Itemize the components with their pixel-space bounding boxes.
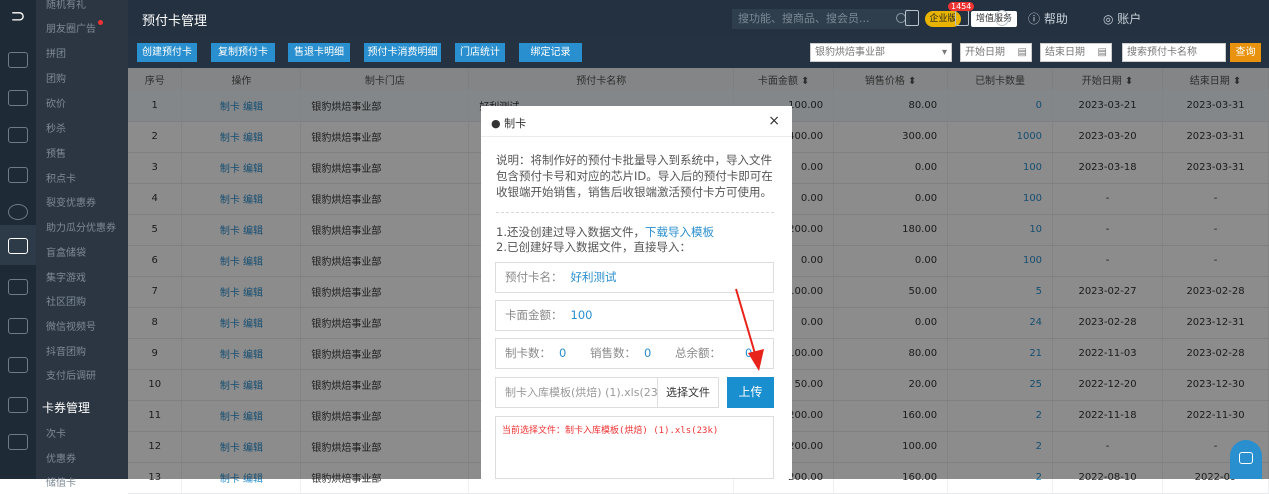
- search-placeholder: 搜功能、搜商品、搜会员...: [738, 12, 870, 25]
- document-icon[interactable]: [905, 10, 919, 26]
- selected-file-log: 当前选择文件：制卡入库模板(烘焙) (1).xls(23k): [495, 416, 774, 479]
- message-count-badge: 1454: [948, 2, 975, 11]
- message-icon[interactable]: [955, 10, 969, 26]
- bind-record-button[interactable]: 绑定记录: [519, 43, 582, 62]
- card-name-label: 预付卡名：: [505, 270, 563, 284]
- account-link[interactable]: ◎ 账户: [1103, 10, 1141, 27]
- dialog-description: 说明：将制作好的预付卡批量导入到系统中，导入文件包含预付卡号和对应的芯片ID。导…: [496, 153, 773, 199]
- sidebar-item[interactable]: 支付后调研: [46, 367, 96, 382]
- sidebar-item[interactable]: 助力瓜分优惠券: [46, 219, 116, 234]
- store-select-value: 银豹烘焙事业部: [815, 47, 885, 58]
- sold-count: 0: [643, 346, 652, 360]
- made-count-label: 制卡数：: [505, 346, 551, 360]
- sidebar-item[interactable]: 次卡: [46, 425, 66, 440]
- end-date-input[interactable]: 结束日期 ▤: [1040, 43, 1112, 62]
- refund-detail-button[interactable]: 售退卡明细: [288, 43, 350, 62]
- consume-detail-button[interactable]: 预付卡消费明细: [364, 43, 441, 62]
- create-card-button[interactable]: 创建预付卡: [137, 43, 197, 62]
- report-icon[interactable]: [8, 279, 28, 295]
- help-link[interactable]: ⓘ 帮助: [1028, 10, 1068, 27]
- upload-button[interactable]: 上传: [727, 377, 774, 408]
- sidebar-item[interactable]: 盲盒储袋: [46, 244, 86, 259]
- card-name-value: 好利测试: [570, 270, 617, 284]
- face-value-label: 卡面金额：: [505, 308, 563, 322]
- divider: [496, 212, 774, 213]
- action-toolbar: 创建预付卡 复制预付卡 售退卡明细 预付卡消费明细 门店统计 绑定记录 银豹烘焙…: [128, 38, 1269, 68]
- value-added-button[interactable]: 增值服务: [971, 11, 1017, 27]
- step-one: 1.还没创建过导入数据文件，下载导入模板: [496, 224, 714, 240]
- chart-icon[interactable]: [8, 318, 28, 334]
- chevron-down-icon: ▾: [941, 47, 947, 58]
- new-dot-icon: [98, 20, 103, 25]
- store-select[interactable]: 银豹烘焙事业部 ▾: [810, 43, 952, 62]
- orders-icon[interactable]: [8, 90, 28, 106]
- sidebar-item[interactable]: 集字游戏: [46, 269, 86, 284]
- card-name-search-input[interactable]: 搜索预付卡名称: [1122, 43, 1226, 62]
- download-template-link[interactable]: 下载导入模板: [645, 225, 714, 239]
- marketing-icon[interactable]: [8, 238, 28, 254]
- calendar-icon[interactable]: [8, 167, 28, 183]
- chat-icon: [1239, 452, 1253, 464]
- member-icon[interactable]: [8, 204, 28, 220]
- top-bar: 预付卡管理 搜功能、搜商品、搜会员... 企业版 增值服务 1454 ⓘ 帮助 …: [128, 0, 1269, 38]
- sidebar-item[interactable]: 拼团: [46, 45, 66, 60]
- step-two: 2.已创建好导入数据文件，直接导入：: [496, 240, 691, 254]
- sidebar-item[interactable]: 砍价: [46, 95, 66, 110]
- home-icon[interactable]: [8, 52, 28, 68]
- settings-icon[interactable]: [8, 397, 28, 413]
- sidebar-item[interactable]: 微信视频号: [46, 318, 96, 333]
- account-label: 账户: [1117, 12, 1142, 26]
- help-label: 帮助: [1043, 12, 1068, 26]
- sidebar-item[interactable]: 储值卡: [46, 474, 76, 489]
- sidebar-item[interactable]: 朋友圈广告: [46, 20, 103, 35]
- made-count: 0: [559, 346, 567, 360]
- help-icon: ⓘ: [1028, 12, 1044, 26]
- copy-card-button[interactable]: 复制预付卡: [211, 43, 275, 62]
- annotation-arrow-icon: [735, 288, 764, 371]
- dialog-title: ● 制卡: [481, 106, 792, 137]
- list-icon[interactable]: [8, 357, 28, 373]
- choose-file-button[interactable]: 选择文件: [657, 377, 719, 408]
- step-one-text: 1.还没创建过导入数据文件，: [496, 225, 645, 239]
- sidebar-item[interactable]: 秒杀: [46, 120, 66, 135]
- sidebar: 随机有礼 朋友圈广告 拼团 团购 砍价 秒杀 预售 积点卡 裂变优惠券 助力瓜分…: [36, 0, 128, 489]
- sidebar-item[interactable]: 预售: [46, 145, 66, 160]
- tools-icon[interactable]: [8, 434, 28, 450]
- store-stats-button[interactable]: 门店统计: [455, 43, 505, 62]
- close-icon[interactable]: ×: [768, 113, 780, 129]
- sidebar-item[interactable]: 优惠券: [46, 450, 76, 465]
- global-search-input[interactable]: 搜功能、搜商品、搜会员...: [732, 9, 910, 29]
- sidebar-item[interactable]: 随机有礼: [46, 0, 86, 11]
- sidebar-item[interactable]: 裂变优惠券: [46, 194, 96, 209]
- calendar-icon: ▤: [1017, 47, 1027, 58]
- balance-label: 总余额：: [674, 346, 721, 360]
- user-icon: ◎: [1103, 12, 1118, 26]
- headset-icon[interactable]: [995, 10, 1009, 26]
- logo-icon: ⊃: [10, 6, 26, 27]
- query-button[interactable]: 查询: [1230, 43, 1261, 62]
- end-date-placeholder: 结束日期: [1045, 47, 1085, 58]
- nav-rail: ⊃: [0, 0, 36, 479]
- sidebar-item[interactable]: 社区团购: [46, 293, 86, 308]
- face-value: 100: [570, 308, 593, 322]
- sold-count-label: 销售数：: [589, 346, 636, 360]
- start-date-placeholder: 开始日期: [965, 47, 1005, 58]
- sidebar-item[interactable]: 团购: [46, 70, 66, 85]
- page-title: 预付卡管理: [142, 14, 208, 29]
- sidebar-item[interactable]: 积点卡: [46, 170, 76, 185]
- sidebar-item-label: 朋友圈广告: [46, 24, 96, 35]
- cashier-icon[interactable]: [8, 127, 28, 143]
- sidebar-item[interactable]: 抖音团购: [46, 343, 86, 358]
- chat-support-button[interactable]: [1230, 440, 1262, 479]
- calendar-icon: ▤: [1097, 47, 1107, 58]
- start-date-input[interactable]: 开始日期 ▤: [960, 43, 1032, 62]
- sidebar-section-title: 卡券管理: [42, 401, 91, 415]
